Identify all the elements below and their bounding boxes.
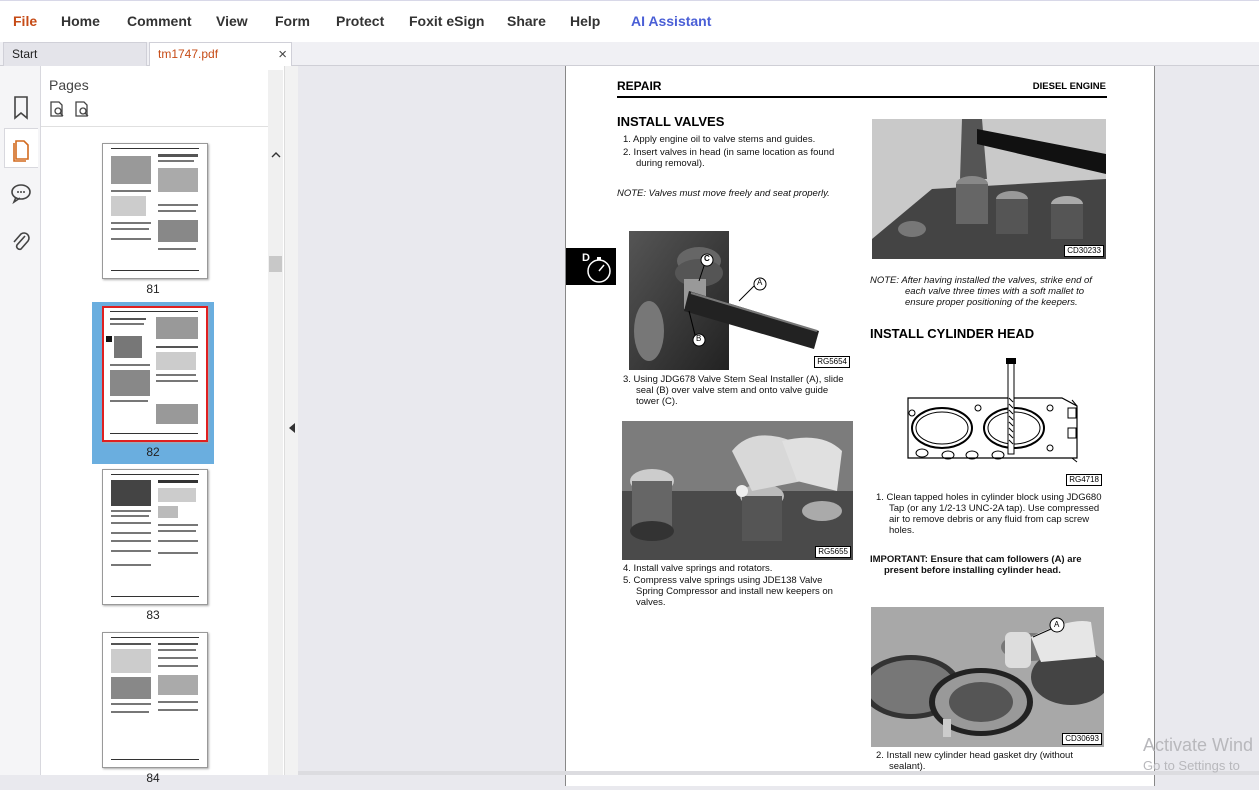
page-header-right: DIESEL ENGINE (1032, 81, 1106, 92)
install-cylinder-head-title: INSTALL CYLINDER HEAD (870, 326, 1035, 341)
valves-step-1: 1. Apply engine oil to valve stems and g… (623, 134, 816, 145)
note2-line3: ensure proper positioning of the keepers… (905, 297, 1078, 308)
document-viewer[interactable]: REPAIR DIESEL ENGINE D INSTALL VALVES 1.… (298, 66, 1259, 786)
page-thumbnail-81[interactable]: 81 (92, 139, 214, 301)
menu-ai-assistant[interactable]: AI Assistant (631, 13, 711, 29)
panel-collapse-strip[interactable] (284, 66, 298, 775)
panel-divider (41, 126, 276, 127)
tab-document-label: tm1747.pdf (158, 47, 219, 61)
document-tab-bar: Start tm1747.pdf × (0, 42, 1259, 66)
horizontal-scrollbar[interactable] (298, 771, 1259, 775)
callout-a: A (757, 278, 763, 287)
menu-bar: File Home Comment View Form Protect Foxi… (0, 0, 1259, 42)
page-number-label: 84 (146, 771, 160, 785)
menu-protect[interactable]: Protect (336, 13, 384, 29)
valves-note: NOTE: Valves must move freely and seat p… (617, 188, 830, 199)
pages-panel-title: Pages (49, 77, 89, 93)
cylinder-block-tap-drawing: RG4718 (902, 358, 1104, 488)
section-side-tab: D (566, 248, 616, 285)
valves-step-2b: during removal). (636, 158, 705, 169)
thumbnail-image (102, 632, 208, 768)
stopwatch-icon (587, 257, 611, 283)
cylhead-step-1c: air to remove debris or any fluid from c… (889, 514, 1090, 525)
tab-start-label: Start (12, 47, 38, 61)
valve-springs-figure: RG5655 (622, 421, 853, 560)
pages-scrollbar[interactable] (268, 70, 283, 775)
valves-step-5c: valves. (636, 597, 666, 608)
menu-help[interactable]: Help (570, 13, 600, 29)
menu-home[interactable]: Home (61, 13, 100, 29)
page-number-label: 82 (146, 445, 160, 459)
pages-icon[interactable] (6, 134, 36, 164)
valve-seal-installer-figure: A C B RG5654 (629, 231, 852, 370)
menu-share[interactable]: Share (507, 13, 546, 29)
figure-code-rg5655: RG5655 (815, 546, 851, 558)
tab-start[interactable]: Start (3, 42, 147, 66)
mallet-valve-figure: CD30233 (872, 119, 1106, 259)
scroll-up-icon[interactable] (271, 146, 281, 164)
page-thumbnail-84[interactable]: 84 (92, 628, 214, 790)
callout-b: B (696, 334, 702, 343)
valves-step-4: 4. Install valve springs and rotators. (623, 563, 773, 574)
figure-code-cd30233: CD30233 (1064, 245, 1104, 257)
close-icon[interactable]: × (278, 43, 287, 66)
thumbnail-image (102, 469, 208, 605)
page-number-label: 81 (146, 282, 160, 296)
header-rule (617, 96, 1107, 98)
callout-c: C (704, 254, 710, 263)
page-thumbnail-82[interactable]: 82 (92, 302, 214, 464)
scroll-thumb[interactable] (269, 256, 282, 272)
menu-comment[interactable]: Comment (127, 13, 192, 29)
page-number-label: 83 (146, 608, 160, 622)
figure-code-rg5654: RG5654 (814, 356, 850, 368)
comment-icon[interactable] (6, 178, 36, 208)
page-header-left: REPAIR (617, 79, 662, 93)
figure-code-rg4718: RG4718 (1066, 474, 1102, 486)
figure-code-cd30693: CD30693 (1062, 733, 1102, 745)
valves-step-3c: tower (C). (636, 396, 678, 407)
activate-windows-watermark: Activate Wind (1143, 735, 1254, 755)
collapse-arrow-icon[interactable] (288, 421, 296, 439)
menu-form[interactable]: Form (275, 13, 310, 29)
bookmark-icon[interactable] (6, 92, 36, 122)
activate-windows-subtext: Go to Settings to (1143, 758, 1240, 773)
thumbnail-image (102, 306, 208, 442)
pdf-page: REPAIR DIESEL ENGINE D INSTALL VALVES 1.… (565, 66, 1155, 786)
callout-a-cam: A (1054, 620, 1060, 629)
page-zoom-in-icon[interactable] (48, 100, 66, 118)
cylhead-step-1d: holes. (889, 525, 915, 536)
thumbnail-image (102, 143, 208, 279)
attachment-icon[interactable] (6, 226, 36, 256)
menu-file[interactable]: File (13, 13, 37, 29)
cam-followers-figure: A CD30693 (871, 607, 1104, 747)
page-thumbnail-83[interactable]: 83 (92, 465, 214, 627)
important-line2: present before installing cylinder head. (884, 565, 1061, 576)
menu-foxit-esign[interactable]: Foxit eSign (409, 13, 484, 29)
tab-document[interactable]: tm1747.pdf × (149, 42, 292, 66)
install-valves-title: INSTALL VALVES (617, 114, 725, 129)
menu-view[interactable]: View (216, 13, 248, 29)
pages-panel: Pages 81 82 83 84 (41, 66, 284, 785)
left-icon-bar (0, 66, 41, 775)
page-zoom-out-icon[interactable] (73, 100, 91, 118)
